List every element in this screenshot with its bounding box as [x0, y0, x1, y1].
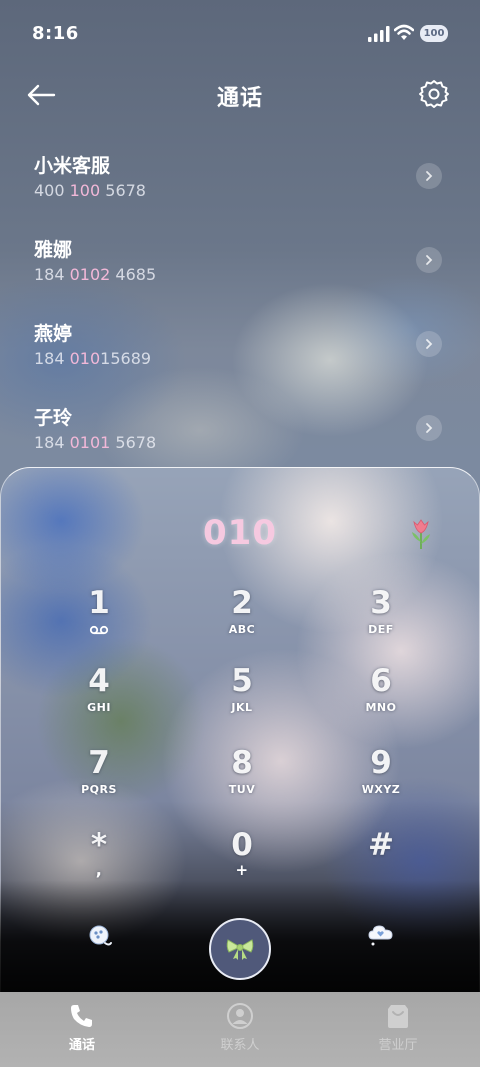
call-name: 燕婷	[34, 323, 73, 345]
store-icon	[388, 1005, 408, 1028]
phone-icon	[71, 1005, 92, 1027]
key-2[interactable]: 2 ABC	[187, 586, 297, 656]
call-button[interactable]	[209, 918, 271, 980]
signal-icon	[368, 26, 390, 42]
tab-calls[interactable]: 通话	[2, 992, 162, 1067]
bottom-tab-bar: 通话 联系人 营业厅	[0, 992, 480, 1067]
contact-icon	[227, 1003, 253, 1029]
chevron-right-icon[interactable]	[416, 331, 442, 357]
key-hash[interactable]: #	[326, 828, 436, 898]
key-0[interactable]: 0 +	[187, 828, 297, 898]
key-7[interactable]: 7 PQRS	[44, 746, 154, 816]
chevron-right-icon[interactable]	[416, 247, 442, 273]
tab-contacts[interactable]: 联系人	[160, 992, 320, 1067]
chevron-right-icon[interactable]	[416, 415, 442, 441]
call-list-item[interactable]: 燕婷 184 01015689	[0, 319, 480, 403]
battery-icon: 100	[420, 25, 448, 42]
page-title: 通话	[216, 86, 263, 111]
key-8[interactable]: 8 TUV	[187, 746, 297, 816]
call-list-item[interactable]: 小米客服 400 100 5678	[0, 151, 480, 235]
key-1[interactable]: 1	[44, 586, 154, 656]
bow-icon	[226, 939, 254, 960]
key-star[interactable]: *,	[44, 828, 154, 898]
key-4[interactable]: 4 GHI	[44, 664, 154, 734]
call-name: 子玲	[34, 407, 73, 429]
battery-level: 100	[423, 28, 445, 39]
tulip-icon[interactable]	[408, 518, 434, 550]
voicemail-icon	[89, 625, 109, 635]
gear-icon[interactable]	[418, 78, 450, 110]
status-time: 8:16	[32, 23, 79, 44]
call-number: 184 01015689	[34, 349, 152, 368]
call-name: 雅娜	[34, 239, 73, 261]
tab-service-hall[interactable]: 营业厅	[318, 992, 478, 1067]
wifi-icon	[394, 24, 414, 40]
tab-label: 营业厅	[378, 1038, 418, 1053]
key-9[interactable]: 9 WXYZ	[326, 746, 436, 816]
chevron-right-icon[interactable]	[416, 163, 442, 189]
call-name: 小米客服	[34, 155, 111, 177]
call-list-item[interactable]: 雅娜 184 0102 4685	[0, 235, 480, 319]
key-3[interactable]: 3 DEF	[326, 586, 436, 656]
cloud-heart-icon[interactable]	[368, 922, 394, 948]
call-number: 184 0101 5678	[34, 433, 157, 452]
header: 通话	[0, 68, 480, 124]
tab-label: 通话	[68, 1038, 95, 1053]
tab-label: 联系人	[220, 1038, 260, 1053]
key-5[interactable]: 5 JKL	[187, 664, 297, 734]
status-bar: 8:16 100	[0, 0, 480, 68]
key-6[interactable]: 6 MNO	[326, 664, 436, 734]
call-number: 400 100 5678	[34, 181, 146, 200]
dialpad-toggle-icon[interactable]	[88, 924, 114, 950]
call-number: 184 0102 4685	[34, 265, 157, 284]
